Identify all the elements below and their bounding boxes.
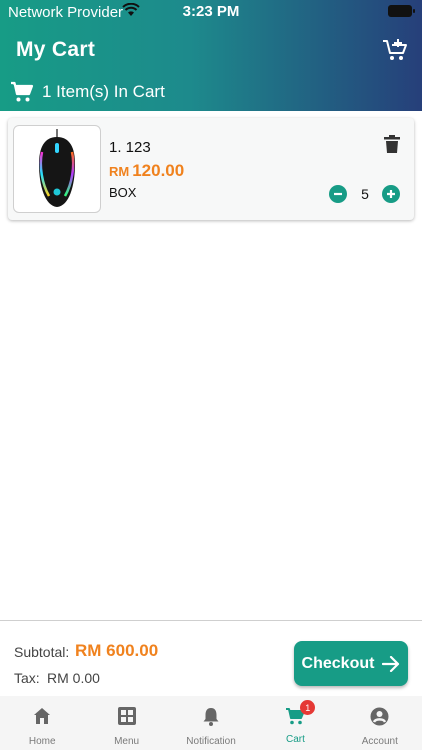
plus-icon bbox=[387, 190, 395, 198]
bell-icon bbox=[203, 707, 219, 726]
page-title: My Cart bbox=[16, 38, 96, 61]
bottom-navigation: Home Menu Notification 1 Cart Account bbox=[0, 696, 422, 750]
nav-cart-label: Cart bbox=[285, 734, 305, 745]
app-header: Network Provider 3:23 PM My Cart 1 Item(… bbox=[0, 0, 422, 111]
account-icon bbox=[370, 707, 389, 725]
cart-item-count: 1 Item(s) In Cart bbox=[10, 81, 165, 103]
add-to-cart-icon[interactable] bbox=[382, 38, 408, 62]
nav-notification[interactable]: Notification bbox=[169, 696, 253, 750]
product-name: 1. 123 bbox=[109, 139, 151, 156]
product-mouse-image bbox=[39, 129, 75, 207]
product-image bbox=[13, 125, 101, 213]
nav-account[interactable]: Account bbox=[338, 696, 422, 750]
wifi-icon bbox=[122, 3, 140, 16]
tax-label: Tax: bbox=[14, 670, 40, 686]
cart-summary: Subtotal: RM 600.00 Tax: RM 0.00 Checkou… bbox=[0, 620, 422, 696]
checkout-label: Checkout bbox=[301, 654, 375, 672]
tax-value: RM 0.00 bbox=[47, 670, 100, 686]
decrease-quantity-button[interactable] bbox=[329, 185, 347, 203]
cart-item-card[interactable]: 1. 123 RM 120.00 BOX 5 bbox=[8, 118, 414, 220]
nav-home[interactable]: Home bbox=[0, 696, 84, 750]
subtotal-value: RM 600.00 bbox=[75, 641, 159, 660]
nav-home-label: Home bbox=[28, 736, 56, 747]
price-currency: RM bbox=[109, 164, 130, 179]
arrow-right-icon bbox=[382, 655, 400, 672]
product-uom: BOX bbox=[109, 185, 137, 200]
cart-icon bbox=[11, 81, 34, 102]
minus-icon bbox=[334, 192, 342, 196]
checkout-button[interactable]: Checkout bbox=[294, 641, 408, 686]
price-amount: 120.00 bbox=[132, 161, 185, 180]
nav-notification-label: Notification bbox=[186, 736, 236, 747]
nav-menu[interactable]: Menu bbox=[84, 696, 168, 750]
cart-item-count-label: 1 Item(s) In Cart bbox=[42, 82, 165, 101]
quantity-value[interactable]: 5 bbox=[358, 186, 372, 202]
subtotal-label: Subtotal: bbox=[14, 644, 70, 660]
home-icon bbox=[34, 708, 51, 724]
product-price: RM 120.00 bbox=[109, 161, 184, 181]
carrier-label: Network Provider bbox=[8, 4, 124, 21]
nav-cart[interactable]: 1 Cart bbox=[253, 696, 337, 750]
cart-badge: 1 bbox=[300, 700, 316, 715]
grid-icon bbox=[117, 707, 136, 725]
nav-account-label: Account bbox=[361, 736, 398, 747]
trash-icon[interactable] bbox=[384, 135, 400, 153]
status-bar: Network Provider 3:23 PM bbox=[0, 0, 422, 24]
battery-icon bbox=[388, 5, 415, 17]
nav-menu-label: Menu bbox=[114, 736, 140, 747]
increase-quantity-button[interactable] bbox=[382, 185, 400, 203]
